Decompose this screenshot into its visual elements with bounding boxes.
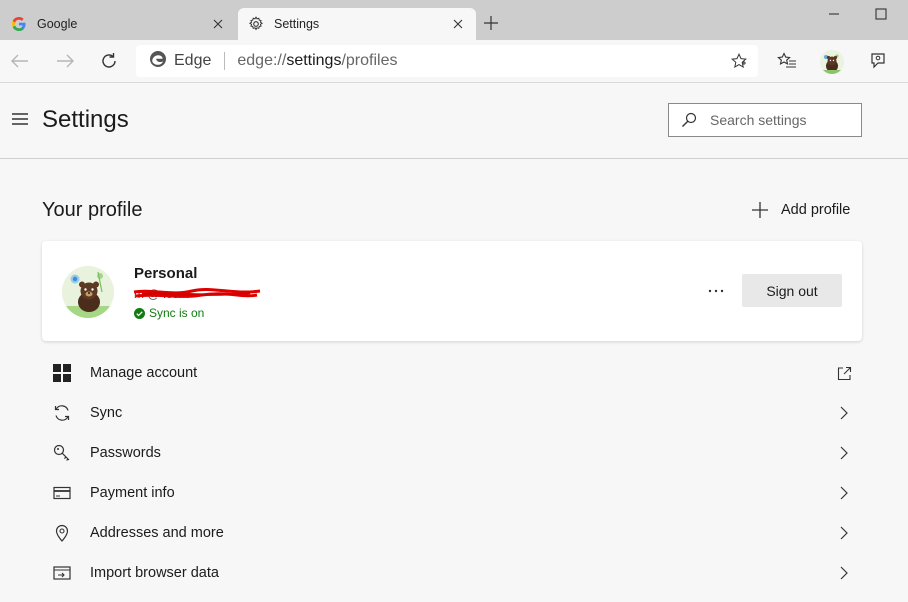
profile-avatar [62, 266, 114, 318]
address-separator [224, 52, 226, 70]
back-button[interactable] [7, 48, 33, 74]
search-settings-input[interactable]: Search settings [668, 103, 862, 137]
location-pin-icon [51, 522, 73, 544]
profile-card: Personal m @ .com Sync is on Sign out [42, 241, 862, 341]
minimize-button[interactable] [826, 6, 842, 22]
add-profile-label: Add profile [781, 202, 851, 218]
menu-item-passwords[interactable]: Passwords [42, 433, 862, 473]
menu-item-sync[interactable]: Sync [42, 393, 862, 433]
forward-button[interactable] [52, 48, 78, 74]
menu-item-manage-account[interactable]: Manage account [42, 353, 862, 393]
tab-title: Google [37, 17, 78, 31]
close-icon[interactable] [210, 16, 226, 32]
browser-toolbar: Edge edge://settings/profiles [0, 40, 908, 83]
chevron-right-icon [836, 405, 852, 421]
favorites-button[interactable] [774, 48, 800, 74]
gear-icon [248, 16, 264, 32]
search-icon [680, 111, 698, 129]
chevron-right-icon [836, 445, 852, 461]
sync-status-label: Sync is on [149, 306, 205, 320]
menu-item-import-browser-data[interactable]: Import browser data [42, 553, 862, 593]
ellipsis-icon [708, 289, 724, 293]
chevron-right-icon [836, 565, 852, 581]
key-icon [51, 442, 73, 464]
plus-icon [484, 16, 498, 30]
plus-icon [750, 200, 770, 220]
refresh-button[interactable] [96, 48, 122, 74]
profile-avatar-button[interactable] [820, 50, 844, 74]
address-bar[interactable]: Edge edge://settings/profiles [136, 45, 758, 77]
new-tab-button[interactable] [480, 12, 502, 34]
site-label: Edge [174, 52, 212, 69]
edge-logo-icon [149, 50, 167, 73]
favorite-star-icon[interactable] [730, 52, 748, 70]
tab-strip: Google Settings [0, 0, 908, 40]
search-placeholder: Search settings [710, 112, 807, 128]
chevron-right-icon [836, 525, 852, 541]
arrow-right-icon [57, 54, 74, 68]
credit-card-icon [51, 482, 73, 504]
menu-item-label: Manage account [90, 365, 198, 381]
sign-out-button[interactable]: Sign out [742, 274, 842, 307]
url-text: edge://settings/profiles [237, 52, 398, 69]
your-profile-heading: Your profile [42, 199, 143, 221]
add-profile-button[interactable]: Add profile [750, 199, 850, 221]
tab-settings[interactable]: Settings [238, 8, 476, 40]
page-title: Settings [42, 106, 129, 133]
menu-item-label: Sync [90, 405, 123, 421]
menu-item-label: Payment info [90, 485, 175, 501]
menu-item-label: Import browser data [90, 565, 219, 581]
maximize-icon [875, 8, 887, 20]
chevron-right-icon [836, 485, 852, 501]
import-icon [51, 562, 73, 584]
check-circle-icon [134, 307, 145, 319]
menu-item-addresses[interactable]: Addresses and more [42, 513, 862, 553]
windows-logo-icon [51, 362, 73, 384]
tab-google[interactable]: Google [0, 8, 236, 40]
hamburger-menu-icon[interactable] [11, 112, 29, 126]
more-options-button[interactable] [704, 279, 728, 303]
bear-avatar-icon [62, 266, 114, 318]
feedback-button[interactable] [865, 48, 891, 74]
minimize-icon [829, 13, 839, 15]
favorites-list-icon [777, 52, 796, 68]
refresh-icon [102, 53, 116, 68]
sync-icon [51, 402, 73, 424]
close-icon[interactable] [450, 16, 466, 32]
arrow-left-icon [11, 54, 28, 68]
settings-header: Settings Search settings [0, 84, 908, 159]
google-icon [11, 16, 27, 32]
menu-item-label: Addresses and more [90, 525, 224, 541]
menu-item-payment-info[interactable]: Payment info [42, 473, 862, 513]
bear-avatar-icon [820, 50, 844, 74]
sync-status: Sync is on [134, 306, 204, 320]
menu-item-label: Passwords [90, 445, 161, 461]
feedback-icon [871, 53, 885, 69]
redaction-scribble [133, 287, 261, 298]
tab-title: Settings [274, 17, 320, 31]
profile-settings-list: Manage account Sync Passwords Payment in… [42, 353, 862, 593]
external-link-icon [836, 365, 852, 381]
profile-name: Personal [134, 265, 198, 282]
maximize-button[interactable] [873, 6, 889, 22]
